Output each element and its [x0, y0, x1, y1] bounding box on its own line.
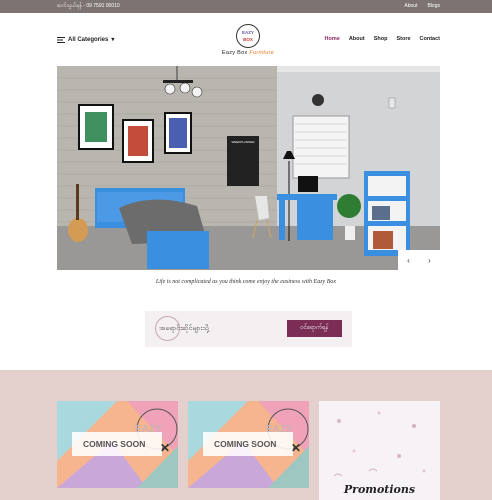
slider-next-button[interactable]: ›	[428, 256, 431, 265]
nav-home[interactable]: Home	[325, 36, 340, 42]
nav-about[interactable]: About	[349, 36, 365, 42]
store-banner-text: အရောင်းဆိုင်များသို့	[159, 325, 209, 332]
logo-bottom-text: BOX	[243, 37, 253, 42]
all-categories-button[interactable]: All Categories ▾	[57, 36, 114, 43]
product-card-coming-soon-1[interactable]: EAZY COMING SOON ✕	[57, 401, 178, 488]
main-nav: Home About Shop Store Contact	[325, 36, 440, 42]
product-card-coming-soon-2[interactable]: EAZY COMING SOON ✕	[188, 401, 309, 488]
site-header: All Categories ▾ EAZY BOX Eazy Box Furni…	[0, 13, 492, 65]
promotions-card[interactable]: Promotions	[319, 401, 440, 500]
nav-contact[interactable]: Contact	[420, 36, 440, 42]
coming-soon-label: COMING SOON	[72, 432, 162, 456]
top-links: About Blogs	[404, 3, 440, 9]
brand-name: Eazy Box Furniture	[220, 50, 276, 56]
logo-badge: EAZY BOX	[236, 24, 260, 48]
site-logo[interactable]: EAZY BOX Eazy Box Furniture	[220, 24, 276, 56]
slider-controls: ‹ ›	[398, 250, 440, 270]
nav-shop[interactable]: Shop	[374, 36, 388, 42]
coming-soon-label: COMING SOON	[203, 432, 293, 456]
store-enter-button[interactable]: ဝင်ရောက်ရန်	[287, 320, 342, 337]
top-link-blogs[interactable]: Blogs	[427, 3, 440, 9]
promotions-title: Promotions	[343, 483, 416, 496]
store-banner: အရောင်းဆိုင်များသို့ ဝင်ရောက်ရန်	[145, 311, 352, 347]
top-bar: ဆက်သွယ်ရန် - 09 7591 00010 About Blogs	[0, 0, 492, 13]
bedroom-illustration: WEEKPLANNER	[57, 66, 440, 270]
close-icon: ✕	[160, 441, 171, 455]
close-icon: ✕	[291, 441, 302, 455]
all-categories-label: All Categories	[68, 36, 109, 43]
top-link-about[interactable]: About	[404, 3, 417, 9]
hero-slider-image[interactable]: WEEKPLANNER	[57, 66, 440, 270]
contact-phone: ဆက်သွယ်ရန် - 09 7591 00010	[57, 3, 120, 9]
logo-top-text: EAZY	[241, 30, 254, 35]
chevron-down-icon: ▾	[111, 37, 115, 43]
menu-icon	[57, 36, 65, 43]
brand-sub: Furniture	[249, 50, 275, 56]
slider-prev-button[interactable]: ‹	[407, 256, 410, 265]
board-title: WEEKPLANNER	[231, 140, 255, 144]
nav-store[interactable]: Store	[396, 36, 410, 42]
hero-tagline: Life is not complicated as you think com…	[155, 279, 337, 285]
brand-main: Eazy Box	[221, 50, 248, 56]
